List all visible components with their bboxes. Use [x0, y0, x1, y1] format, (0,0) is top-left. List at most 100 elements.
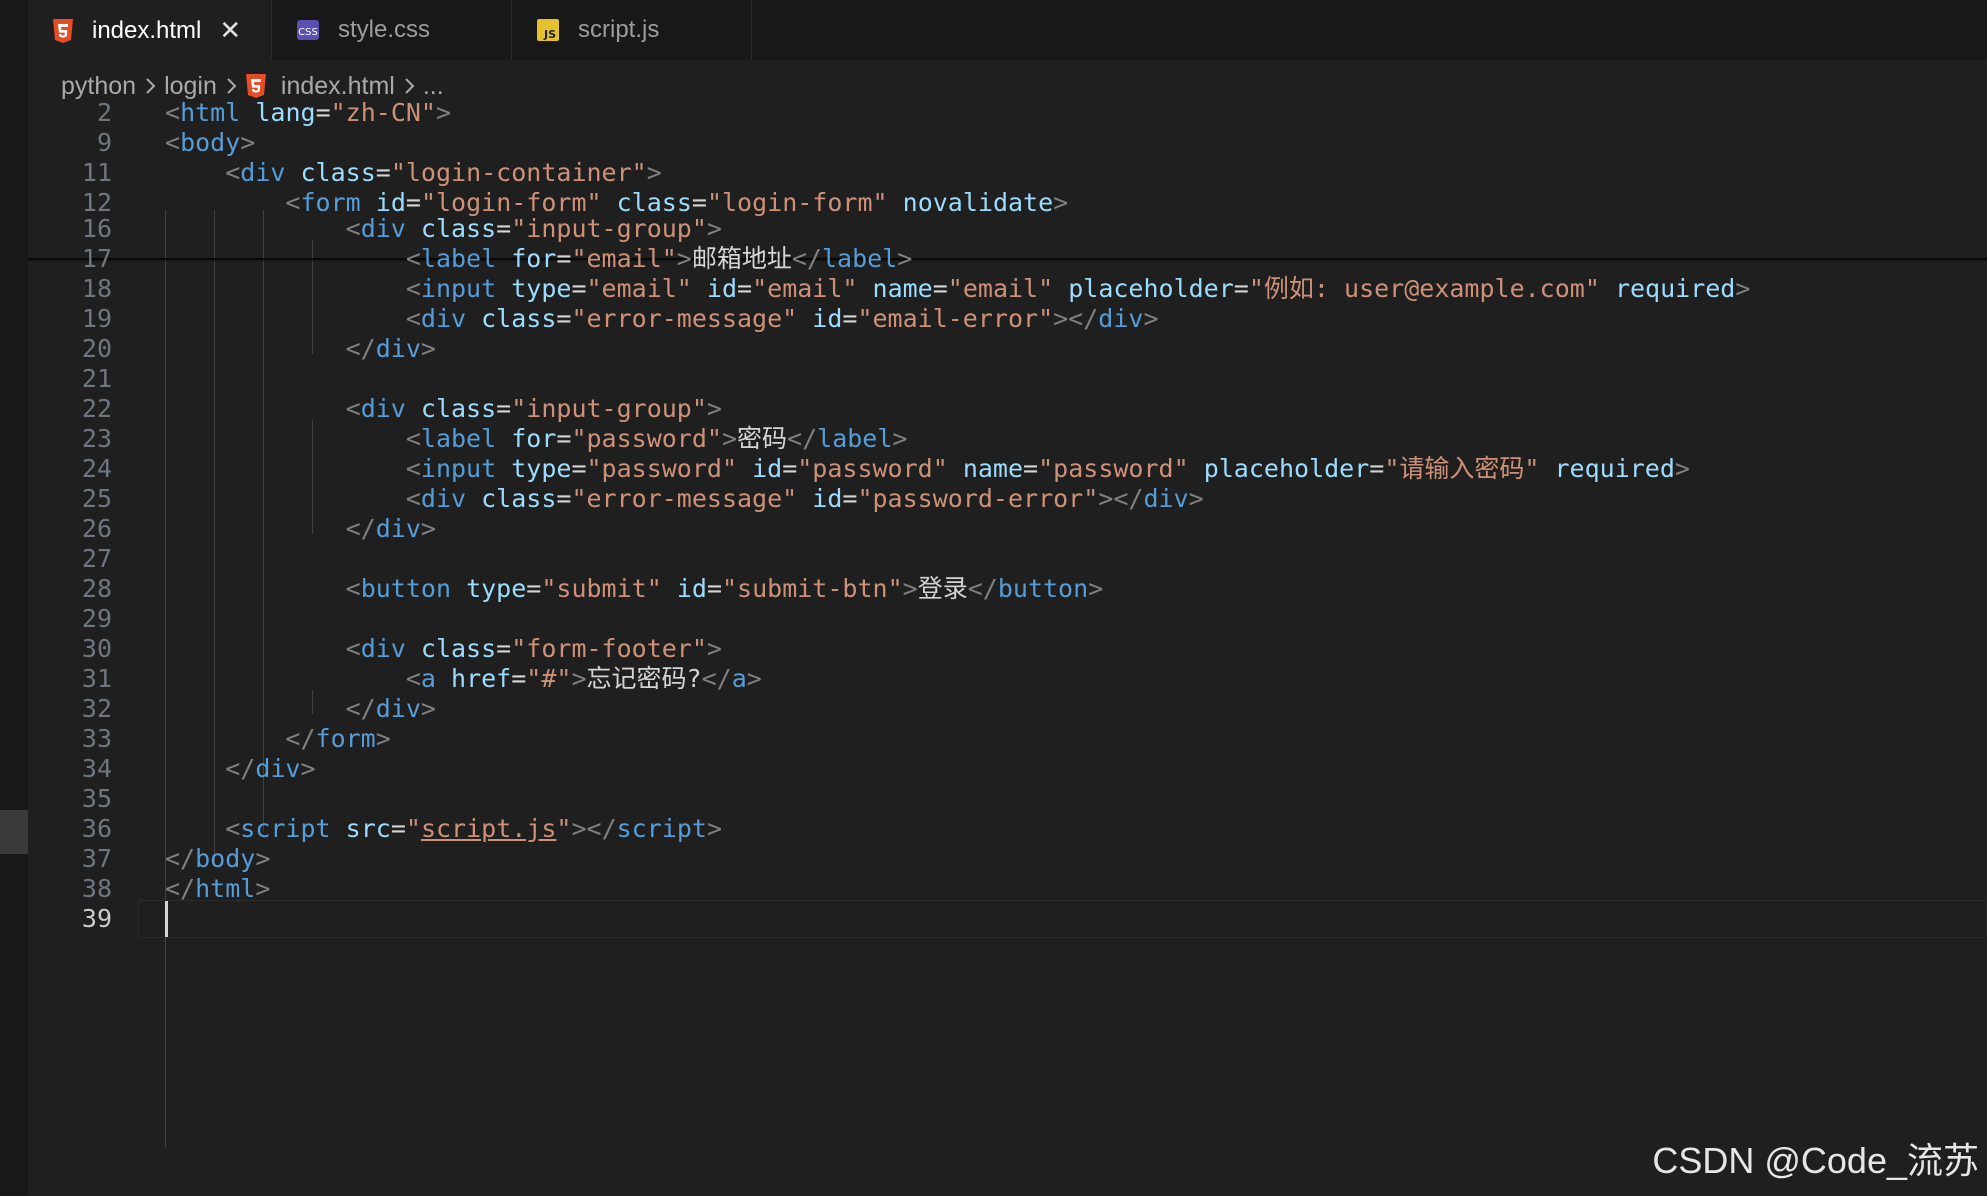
code-punctuation: <: [345, 214, 361, 243]
activity-bar: [0, 0, 28, 1196]
code-tag-name: button: [360, 574, 451, 603]
code-link[interactable]: script.js: [421, 814, 556, 843]
code-string: "password": [797, 454, 948, 483]
javascript-icon: JS: [536, 18, 560, 42]
code-tag-name: div: [360, 634, 406, 663]
line-number: 39: [81, 904, 112, 933]
tab-style-css[interactable]: CSS style.css: [272, 0, 512, 60]
code-string: "submit-btn": [722, 574, 903, 603]
code-punctuation: <: [165, 128, 181, 157]
code-text: =: [842, 484, 858, 513]
code-string: "login-container": [390, 158, 647, 187]
code-punctuation: <: [345, 634, 361, 663]
code-tag-name: label: [420, 244, 497, 273]
code-text: 登录: [917, 574, 968, 603]
code-punctuation: <: [405, 304, 421, 333]
code-editor[interactable]: 2 <html lang="zh-CN"> 9 <body> 11 <div class…: [28, 98, 1987, 1196]
code-text: =: [556, 424, 572, 453]
code-attribute: id: [812, 304, 843, 333]
code-attribute: name: [872, 274, 933, 303]
code-punctuation: >: [1188, 484, 1204, 513]
code-attribute: href: [451, 664, 512, 693]
code-attribute: class: [420, 634, 497, 663]
code-line[interactable]: 39: [28, 900, 1987, 938]
code-punctuation: >: [706, 394, 722, 423]
code-attribute: type: [511, 274, 572, 303]
code-attribute: class: [481, 304, 557, 333]
code-tag-name: div: [375, 334, 421, 363]
code-punctuation: ></: [1053, 304, 1099, 333]
code-attribute: class: [420, 394, 497, 423]
code-punctuation: >: [420, 334, 436, 363]
code-tag-name: label: [817, 424, 893, 453]
code-punctuation: </: [165, 844, 196, 873]
code-tag-name: div: [1143, 484, 1189, 513]
code-text: =: [571, 274, 587, 303]
code-punctuation: >: [571, 664, 587, 693]
code-attribute: class: [300, 158, 376, 187]
code-tag-name: div: [240, 158, 286, 187]
code-string: "input-group": [511, 214, 707, 243]
code-punctuation: >: [746, 664, 762, 693]
code-tag-name: button: [997, 574, 1089, 603]
close-icon[interactable]: ✕: [219, 15, 241, 46]
code-attribute: lang: [255, 98, 316, 127]
code-text: =: [526, 574, 542, 603]
code-tag-name: div: [360, 394, 406, 423]
code-string: "#": [526, 664, 572, 693]
tab-index-html[interactable]: index.html ✕: [28, 0, 272, 61]
code-tag-name: div: [360, 214, 406, 243]
code-text: =: [556, 304, 572, 333]
code-text: =: [375, 158, 391, 187]
code-punctuation: ></: [571, 814, 617, 843]
code-punctuation: </: [345, 694, 376, 723]
code-punctuation: >: [1088, 574, 1104, 603]
code-punctuation: >: [902, 574, 918, 603]
code-attribute: required: [1554, 454, 1675, 483]
code-text: =: [496, 634, 512, 663]
code-text: 邮箱地址: [691, 244, 792, 273]
code-string: "input-group": [511, 394, 707, 423]
code-tag-name: label: [420, 424, 497, 453]
code-tag-name: div: [420, 484, 467, 513]
code-string: "email-error": [857, 304, 1054, 333]
code-attribute: type: [511, 454, 572, 483]
code-punctuation: <: [405, 454, 421, 483]
chevron-right-icon: [225, 77, 237, 95]
code-text: =: [390, 814, 406, 843]
code-string: ": [556, 814, 572, 843]
css-icon: CSS: [296, 19, 320, 41]
code-string: "password": [571, 424, 722, 453]
code-punctuation: </: [165, 874, 196, 903]
code-attribute: id: [706, 274, 738, 303]
code-text: 密码: [737, 424, 788, 453]
code-text: =: [511, 664, 527, 693]
code-text: =: [571, 454, 587, 483]
code-text: =: [1233, 274, 1249, 303]
code-punctuation: <: [405, 424, 421, 453]
tab-script-js[interactable]: JS script.js: [512, 0, 752, 60]
code-text: =: [842, 304, 858, 333]
tab-label: style.css: [338, 16, 431, 43]
tab-label: script.js: [578, 16, 660, 43]
code-text: =: [1023, 454, 1039, 483]
